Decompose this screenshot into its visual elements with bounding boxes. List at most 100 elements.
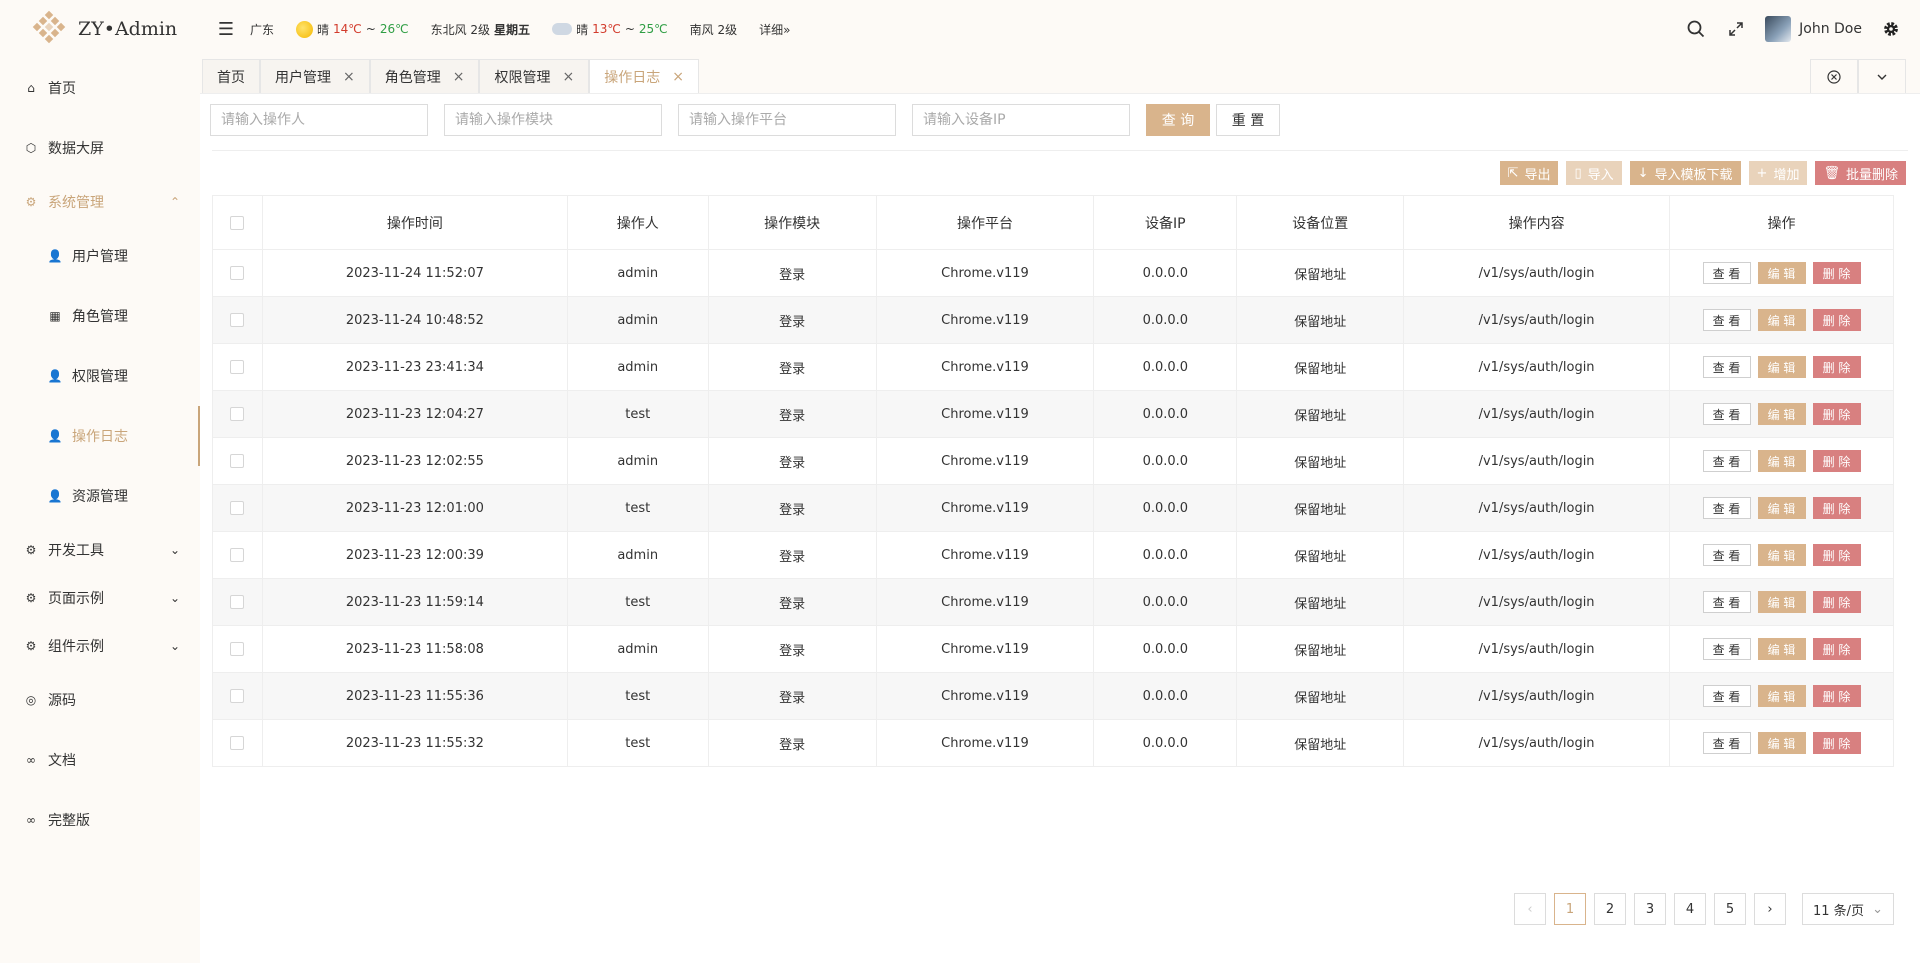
view-button[interactable]: 查 看 — [1702, 638, 1751, 660]
edit-button[interactable]: 编 辑 — [1757, 309, 1806, 331]
view-button[interactable]: 查 看 — [1702, 732, 1751, 754]
cell-platform: Chrome.v119 — [875, 343, 1095, 391]
sidebar-item-users[interactable]: 👤 用户管理 — [0, 226, 200, 286]
row-checkbox[interactable] — [230, 642, 245, 656]
edit-button[interactable]: 编 辑 — [1757, 497, 1806, 519]
sidebar-item-resources[interactable]: 👤 资源管理 — [0, 466, 200, 526]
delete-button[interactable]: 删 除 — [1812, 450, 1861, 472]
delete-button[interactable]: 删 除 — [1812, 262, 1861, 284]
tab-home[interactable]: 首页 — [202, 59, 260, 93]
reset-button[interactable]: 重 置 — [1216, 104, 1280, 136]
tab-operation-log[interactable]: 操作日志 × — [589, 59, 699, 93]
edit-button[interactable]: 编 辑 — [1757, 544, 1806, 566]
edit-button[interactable]: 编 辑 — [1757, 638, 1806, 660]
user-menu[interactable]: John Doe — [1765, 16, 1862, 42]
close-all-tabs-icon[interactable] — [1810, 59, 1858, 93]
tab-roles[interactable]: 角色管理 × — [369, 59, 480, 93]
weather-detail-link[interactable]: 详细» — [759, 21, 790, 38]
sidebar-item-full-version[interactable]: ∞ 完整版 — [0, 790, 200, 850]
delete-button[interactable]: 删 除 — [1812, 497, 1861, 519]
page-2[interactable]: 2 — [1594, 893, 1626, 925]
row-checkbox[interactable] — [230, 501, 245, 515]
row-checkbox[interactable] — [230, 548, 245, 562]
select-all-checkbox[interactable] — [230, 215, 245, 230]
row-checkbox[interactable] — [230, 407, 245, 421]
page-1[interactable]: 1 — [1554, 893, 1586, 925]
row-checkbox[interactable] — [230, 266, 245, 280]
edit-button[interactable]: 编 辑 — [1757, 591, 1806, 613]
delete-button[interactable]: 删 除 — [1812, 403, 1861, 425]
row-checkbox[interactable] — [230, 689, 245, 703]
sidebar-item-roles[interactable]: ▦ 角色管理 — [0, 286, 200, 346]
add-button[interactable]: + 增加 — [1748, 161, 1808, 185]
gear-icon[interactable] — [1880, 18, 1902, 40]
sidebar-item-dev-tools[interactable]: ⚙ 开发工具 ⌄ — [0, 526, 200, 574]
delete-button[interactable]: 删 除 — [1812, 591, 1861, 613]
close-icon[interactable]: × — [672, 69, 684, 85]
row-checkbox[interactable] — [230, 313, 245, 327]
sidebar-item-system[interactable]: ⚙ 系统管理 ⌃ — [0, 178, 200, 226]
row-checkbox[interactable] — [230, 595, 245, 609]
page-3[interactable]: 3 — [1634, 893, 1666, 925]
ip-input[interactable] — [912, 104, 1130, 136]
sidebar-item-operation-log[interactable]: 👤 操作日志 — [0, 406, 200, 466]
view-button[interactable]: 查 看 — [1702, 262, 1751, 284]
row-checkbox[interactable] — [230, 736, 245, 750]
view-button[interactable]: 查 看 — [1702, 591, 1751, 613]
search-icon[interactable] — [1685, 18, 1707, 40]
page-size-select[interactable]: 11 条/页 ⌄ — [1802, 893, 1894, 925]
view-button[interactable]: 查 看 — [1702, 497, 1751, 519]
edit-button[interactable]: 编 辑 — [1757, 685, 1806, 707]
chevron-down-icon[interactable] — [1858, 59, 1906, 93]
row-checkbox[interactable] — [230, 360, 245, 374]
delete-button[interactable]: 删 除 — [1812, 732, 1861, 754]
page-5[interactable]: 5 — [1714, 893, 1746, 925]
page-4[interactable]: 4 — [1674, 893, 1706, 925]
edit-button[interactable]: 编 辑 — [1757, 403, 1806, 425]
operator-input[interactable] — [210, 104, 428, 136]
delete-button[interactable]: 删 除 — [1812, 685, 1861, 707]
delete-button[interactable]: 删 除 — [1812, 356, 1861, 378]
sidebar-item-component-examples[interactable]: ⚙ 组件示例 ⌄ — [0, 622, 200, 670]
prev-page-icon[interactable]: ‹ — [1514, 893, 1546, 925]
close-icon[interactable]: × — [453, 69, 465, 85]
view-button[interactable]: 查 看 — [1702, 450, 1751, 472]
view-button[interactable]: 查 看 — [1702, 403, 1751, 425]
edit-button[interactable]: 编 辑 — [1757, 262, 1806, 284]
delete-button[interactable]: 删 除 — [1812, 309, 1861, 331]
close-icon[interactable]: × — [343, 69, 355, 85]
tab-users[interactable]: 用户管理 × — [260, 59, 370, 93]
delete-button[interactable]: 删 除 — [1812, 638, 1861, 660]
export-button[interactable]: ⇱ 导出 — [1499, 161, 1559, 185]
close-icon[interactable]: × — [562, 69, 574, 85]
sidebar-item-dashboard[interactable]: ⬡ 数据大屏 — [0, 118, 200, 178]
cell-location: 保留地址 — [1236, 484, 1405, 532]
import-button[interactable]: ▯ 导入 — [1566, 161, 1622, 185]
menu-collapse-icon[interactable]: ☰ — [214, 19, 238, 40]
cell-time: 2023-11-23 11:55:36 — [261, 672, 568, 720]
sidebar-item-source[interactable]: ◎ 源码 — [0, 670, 200, 730]
view-button[interactable]: 查 看 — [1702, 685, 1751, 707]
logo[interactable]: ZY•Admin — [0, 10, 200, 48]
delete-button[interactable]: 删 除 — [1812, 544, 1861, 566]
sidebar-item-home[interactable]: ⌂ 首页 — [0, 58, 200, 118]
view-button[interactable]: 查 看 — [1702, 309, 1751, 331]
next-page-icon[interactable]: › — [1754, 893, 1786, 925]
view-button[interactable]: 查 看 — [1702, 544, 1751, 566]
sidebar-item-permissions[interactable]: 👤 权限管理 — [0, 346, 200, 406]
platform-input[interactable] — [678, 104, 896, 136]
row-checkbox[interactable] — [230, 454, 245, 468]
template-download-button[interactable]: ↓ 导入模板下载 — [1629, 161, 1741, 185]
edit-button[interactable]: 编 辑 — [1757, 356, 1806, 378]
view-button[interactable]: 查 看 — [1702, 356, 1751, 378]
fullscreen-icon[interactable] — [1725, 18, 1747, 40]
edit-button[interactable]: 编 辑 — [1757, 732, 1806, 754]
edit-button[interactable]: 编 辑 — [1757, 450, 1806, 472]
query-button[interactable]: 查 询 — [1146, 104, 1210, 136]
sidebar-item-docs[interactable]: ∞ 文档 — [0, 730, 200, 790]
cell-operator: admin — [566, 249, 709, 297]
batch-delete-button[interactable]: 🗑 批量删除 — [1815, 161, 1906, 185]
module-input[interactable] — [444, 104, 662, 136]
sidebar-item-page-examples[interactable]: ⚙ 页面示例 ⌄ — [0, 574, 200, 622]
tab-permissions[interactable]: 权限管理 × — [479, 59, 590, 93]
